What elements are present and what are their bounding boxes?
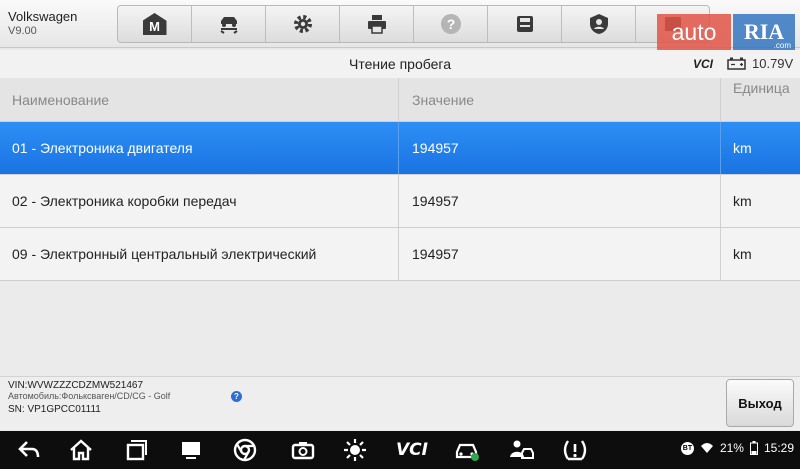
voltage-readout: 10.79V [752, 56, 794, 71]
toolbar-buttons: M ? [117, 5, 710, 43]
header-name: Наименование [0, 78, 399, 121]
battery-icon [727, 57, 746, 70]
battery-percent: 21% [719, 441, 744, 455]
header-value: Значение [399, 78, 721, 121]
save-icon [516, 16, 533, 32]
chrome-icon [233, 438, 257, 462]
serial-number-text: SN: VP1GPCC01111 [8, 404, 101, 415]
brightness-button[interactable] [340, 437, 370, 463]
profile-icon [589, 14, 608, 34]
screen-icon [182, 442, 200, 459]
home-icon: M [142, 13, 167, 35]
software-version: V9.00 [8, 25, 37, 37]
recent-apps-button[interactable] [120, 437, 150, 463]
exit-button[interactable]: Выход [726, 379, 794, 427]
back-icon [18, 441, 40, 458]
back-button[interactable] [14, 437, 44, 463]
footer-bar: VIN:WVWZZZCDZMW521467 Автомобиль:Фольксв… [0, 376, 800, 430]
row-name: 09 - Электронный центральный электрическ… [0, 228, 399, 280]
table-header: Наименование Значение Единица [0, 78, 800, 122]
empty-list-area [0, 282, 800, 376]
home-nav-button[interactable] [66, 437, 96, 463]
top-toolbar: Volkswagen V9.00 M ? auto RIA .com [0, 0, 800, 50]
vin-text: VIN:WVWZZZCDZMW521467 [8, 380, 144, 391]
user-car-icon [510, 440, 534, 459]
row-name: 02 - Электроника коробки передач [0, 175, 399, 227]
vci-indicator: VCI [693, 57, 713, 71]
brightness-icon [344, 439, 366, 461]
vehicle-details: VIN:WVWZZZCDZMW521467 Автомобиль:Фольксв… [8, 381, 170, 415]
table-row[interactable]: 09 - Электронный центральный электрическ… [0, 228, 800, 281]
table-row[interactable]: 01 - Электроника двигателя 194957 km [0, 122, 800, 175]
vehicle-swap-icon [219, 17, 238, 34]
vehicle-make: Volkswagen [8, 9, 78, 24]
camera-icon [291, 442, 315, 460]
bluetooth-icon: BT [680, 441, 694, 455]
browser-button[interactable] [230, 437, 260, 463]
screen-button[interactable] [176, 437, 206, 463]
save-button[interactable] [488, 6, 562, 42]
svg-text:?: ? [446, 16, 455, 32]
row-unit: km [733, 140, 752, 156]
print-button[interactable] [340, 6, 414, 42]
tpms-icon [563, 440, 587, 461]
header-unit: Единица [733, 80, 790, 96]
camera-button[interactable] [288, 437, 318, 463]
system-nav-bar: VCI BT 21% 15:29 [0, 431, 800, 469]
wifi-icon [700, 443, 713, 453]
vci-label: VCI [693, 57, 714, 71]
watermark-logo: auto RIA .com [657, 14, 795, 54]
home-button[interactable]: M [118, 6, 192, 42]
info-help-icon[interactable]: ? [231, 391, 242, 402]
row-name: 01 - Электроника двигателя [0, 122, 399, 174]
tpms-button[interactable] [560, 437, 590, 463]
table-row[interactable]: 02 - Электроника коробки передач 194957 … [0, 175, 800, 228]
vehicle-nav-button[interactable] [450, 437, 484, 463]
row-value: 194957 [399, 228, 721, 280]
clock: 15:29 [763, 441, 794, 455]
settings-icon [293, 15, 312, 33]
row-value: 194957 [399, 122, 721, 174]
vci-nav-label: VCI [396, 440, 428, 460]
user-car-button[interactable] [504, 437, 538, 463]
settings-button[interactable] [266, 6, 340, 42]
watermark-auto: auto [657, 14, 731, 50]
page-title: Чтение пробега [349, 56, 451, 72]
title-bar: Чтение пробега VCI 10.79V [0, 50, 800, 78]
battery-status-icon [749, 441, 758, 455]
help-button[interactable]: ? [414, 6, 488, 42]
row-unit: km [733, 246, 752, 262]
car-model-text: Автомобиль:Фольксваген/CD/CG - Golf [8, 391, 171, 401]
row-value: 194957 [399, 175, 721, 227]
print-icon [367, 15, 386, 34]
home-nav-icon [70, 439, 92, 461]
watermark-suffix: .com [773, 41, 791, 50]
row-unit: km [733, 193, 752, 209]
system-status: BT 21% 15:29 [680, 441, 794, 455]
car-check-icon [455, 443, 479, 461]
recent-apps-icon [126, 440, 147, 461]
vci-nav-button[interactable]: VCI [392, 437, 432, 463]
profile-button[interactable] [562, 6, 636, 42]
vehicle-swap-button[interactable] [192, 6, 266, 42]
help-icon: ? [440, 14, 461, 34]
mileage-table: Наименование Значение Единица 01 - Элект… [0, 78, 800, 281]
vehicle-info: Volkswagen V9.00 [8, 10, 77, 38]
